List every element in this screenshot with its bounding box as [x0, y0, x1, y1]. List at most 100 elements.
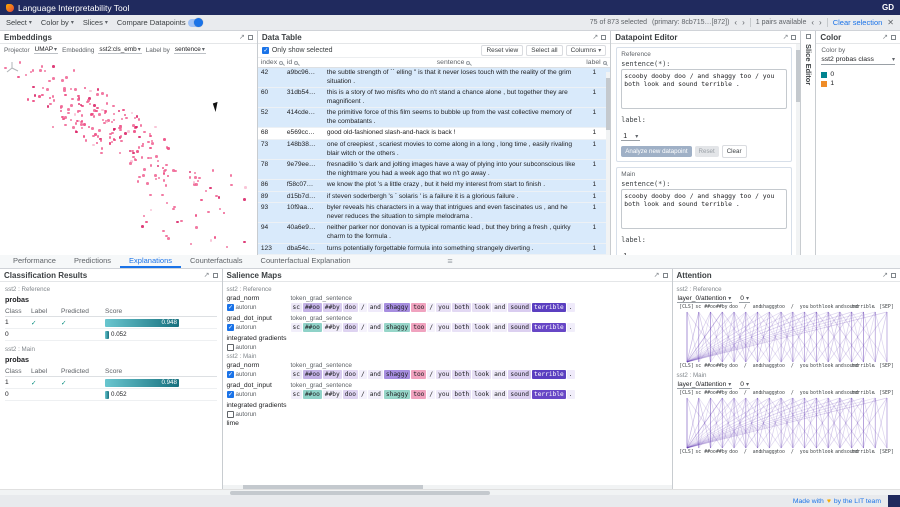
embedding-point[interactable] [120, 135, 123, 138]
embedding-point[interactable] [19, 61, 22, 64]
popout-icon[interactable]: ↗ [882, 272, 888, 279]
embedding-point[interactable] [96, 93, 99, 96]
maximize-icon[interactable] [601, 35, 606, 40]
maximize-icon[interactable] [891, 35, 896, 40]
embedding-point[interactable] [218, 196, 221, 199]
embedding-point[interactable] [84, 87, 87, 90]
table-row[interactable]: 42a9bc96…the subtle strength of `` ellin… [258, 68, 610, 88]
search-icon[interactable] [294, 61, 298, 65]
embedding-point[interactable] [195, 226, 198, 229]
column-header-label[interactable]: label [583, 58, 605, 67]
embedding-point[interactable] [32, 69, 35, 72]
popout-icon[interactable]: ↗ [654, 272, 660, 279]
embedding-point[interactable] [41, 94, 44, 97]
embedding-point[interactable] [81, 114, 84, 117]
projector-select[interactable]: UMAP ▾ [34, 46, 58, 54]
embedding-point[interactable] [167, 237, 170, 240]
sentence-textarea[interactable] [621, 69, 787, 109]
embedding-point[interactable] [101, 92, 104, 95]
analyze-datapoint-button[interactable]: Analyze new datapoint [621, 146, 691, 157]
embedding-point[interactable] [100, 152, 103, 155]
embedding-point[interactable] [143, 215, 146, 218]
embedding-point[interactable] [138, 176, 141, 179]
embedding-point[interactable] [118, 110, 121, 113]
embedding-point[interactable] [133, 130, 136, 133]
popout-icon[interactable]: ↗ [204, 272, 210, 279]
embedding-point[interactable] [230, 184, 233, 187]
embedding-point[interactable] [53, 99, 56, 102]
embedding-point[interactable] [17, 76, 20, 79]
tab-explanations[interactable]: Explanations [120, 255, 181, 268]
table-row[interactable]: 9440a6e9…neither parker nor donovan is a… [258, 223, 610, 243]
autorun-checkbox[interactable]: autorun [227, 411, 291, 418]
embedding-point[interactable] [194, 176, 197, 179]
embedding-point[interactable] [161, 194, 164, 197]
embedding-point[interactable] [131, 112, 134, 115]
clear-button[interactable]: Clear [722, 145, 747, 158]
embedding-point[interactable] [158, 177, 161, 180]
embedding-point[interactable] [112, 105, 115, 108]
search-icon[interactable] [279, 61, 283, 65]
embedding-point[interactable] [65, 76, 68, 79]
embedding-point[interactable] [140, 124, 143, 127]
embedding-point[interactable] [88, 126, 91, 129]
embedding-point[interactable] [106, 102, 109, 105]
embedding-point[interactable] [155, 155, 158, 158]
embedding-point[interactable] [146, 182, 149, 185]
embedding-point[interactable] [151, 142, 154, 145]
embedding-point[interactable] [106, 121, 109, 124]
clear-selection-button[interactable]: Clear selection [833, 18, 883, 27]
embedding-point[interactable] [155, 178, 158, 181]
embedding-point[interactable] [52, 77, 55, 80]
embedding-point[interactable] [46, 88, 49, 91]
embedding-point[interactable] [215, 195, 218, 198]
embedding-point[interactable] [34, 94, 37, 97]
embedding-point[interactable] [136, 150, 139, 153]
embedding-point[interactable] [190, 243, 193, 246]
embedding-point[interactable] [60, 105, 63, 108]
popout-icon[interactable]: ↗ [592, 34, 598, 41]
embedding-point[interactable] [149, 194, 152, 197]
embedding-point[interactable] [52, 126, 55, 129]
tab-performance[interactable]: Performance [4, 255, 65, 268]
embedding-point[interactable] [70, 119, 73, 122]
autorun-checkbox[interactable]: autorun [227, 371, 291, 378]
embedding-point[interactable] [138, 146, 141, 149]
embedding-point[interactable] [92, 144, 95, 147]
embedding-point[interactable] [41, 65, 44, 68]
embedding-point[interactable] [180, 220, 183, 223]
scrollbar-thumb[interactable] [606, 78, 610, 130]
embedding-point[interactable] [174, 170, 177, 173]
embedding-point[interactable] [38, 95, 41, 98]
embedding-point[interactable] [154, 174, 157, 177]
embedding-point[interactable] [97, 88, 100, 91]
embedding-point[interactable] [205, 190, 208, 193]
embedding-point[interactable] [83, 135, 86, 138]
embedding-point[interactable] [89, 90, 92, 93]
user-avatar[interactable]: GD [882, 3, 894, 12]
embedding-point[interactable] [83, 123, 86, 126]
embedding-point[interactable] [147, 141, 150, 144]
maximize-icon[interactable] [213, 273, 218, 278]
embedding-point[interactable] [150, 209, 153, 212]
embedding-point[interactable] [200, 199, 203, 202]
embedding-point[interactable] [96, 142, 99, 145]
embedding-point[interactable] [176, 221, 179, 224]
embedding-point[interactable] [109, 136, 112, 139]
popout-icon[interactable]: ↗ [882, 34, 888, 41]
head-select[interactable]: 0▾ [739, 381, 750, 389]
label-select[interactable]: 1▾ [621, 133, 640, 141]
embedding-point[interactable] [212, 169, 215, 172]
maximize-icon[interactable] [663, 273, 668, 278]
reset-button[interactable]: Reset [695, 146, 719, 157]
embedding-point[interactable] [194, 172, 197, 175]
embedding-point[interactable] [122, 109, 125, 112]
embedding-point[interactable] [219, 208, 222, 211]
embedding-point[interactable] [209, 187, 212, 190]
embedding-point[interactable] [62, 118, 65, 121]
column-header-index[interactable]: index [258, 58, 284, 67]
scrollbar-thumb[interactable] [230, 491, 490, 495]
label-by-select[interactable]: sentence ▾ [174, 46, 206, 54]
embedding-select[interactable]: sst2:cls_emb ▾ [98, 46, 141, 54]
embedding-point[interactable] [141, 225, 144, 228]
